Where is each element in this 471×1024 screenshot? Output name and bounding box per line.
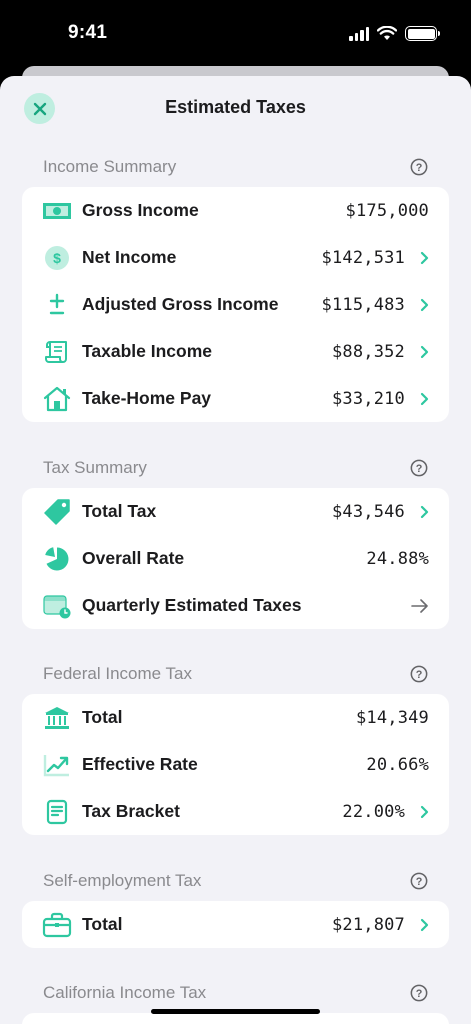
arrow-right-icon	[411, 598, 429, 613]
row-value: $43,546	[331, 501, 405, 522]
row-value: $115,483	[321, 294, 405, 315]
section-header-label: Self-employment Tax	[43, 871, 202, 890]
chevron-right-icon	[411, 505, 429, 519]
section-tax-summary: Tax Summary ? Total Tax $43,546 Overall …	[22, 453, 449, 629]
row-adjusted-gross-income[interactable]: Adjusted Gross Income $115,483	[42, 281, 429, 328]
california-income-tax-card	[22, 1013, 449, 1024]
pie-chart-icon	[42, 545, 72, 573]
plus-minus-icon	[42, 291, 72, 319]
tag-icon	[42, 498, 72, 526]
row-value: $142,531	[321, 247, 405, 268]
row-net-income[interactable]: $ Net Income $142,531	[42, 234, 429, 281]
section-self-employment-tax: Self-employment Tax ? Total $21,807	[22, 866, 449, 948]
svg-text:?: ?	[416, 876, 423, 888]
house-icon	[42, 385, 72, 413]
row-value: $88,352	[331, 341, 405, 362]
status-time: 9:41	[68, 22, 108, 43]
calendar-clock-icon	[42, 592, 72, 620]
chevron-right-icon	[411, 805, 429, 819]
bank-icon	[42, 704, 72, 732]
estimated-taxes-sheet: Estimated Taxes Income Summary ? Gross I…	[0, 76, 471, 1024]
row-value: 22.00%	[342, 801, 405, 822]
chevron-right-icon	[411, 392, 429, 406]
nav-bar: Estimated Taxes	[0, 76, 471, 140]
row-label: Effective Rate	[82, 754, 198, 774]
row-label: Net Income	[82, 247, 177, 267]
svg-text:?: ?	[416, 669, 423, 681]
tax-summary-card: Total Tax $43,546 Overall Rate 24.88% Qu…	[22, 488, 449, 629]
row-label: Tax Bracket	[82, 801, 180, 821]
svg-text:?: ?	[416, 162, 423, 174]
battery-icon	[405, 26, 440, 41]
row-label: Total	[82, 707, 123, 727]
chevron-right-icon	[411, 345, 429, 359]
row-value: $14,349	[355, 707, 429, 728]
row-value: 24.88%	[366, 548, 429, 569]
row-label: Total Tax	[82, 501, 157, 521]
wifi-icon	[377, 26, 397, 40]
section-income-summary: Income Summary ? Gross Income $175,000 $…	[22, 152, 449, 422]
svg-text:?: ?	[416, 988, 423, 1000]
section-header-label: California Income Tax	[43, 983, 207, 1002]
document-icon	[42, 798, 72, 826]
status-bar: 9:41	[0, 0, 471, 66]
help-icon[interactable]: ?	[410, 984, 428, 1002]
help-icon[interactable]: ?	[410, 459, 428, 477]
row-total-tax[interactable]: Total Tax $43,546	[42, 488, 429, 535]
row-effective-rate: Effective Rate 20.66%	[42, 741, 429, 788]
row-federal-total: Total $14,349	[42, 694, 429, 741]
svg-text:$: $	[53, 250, 61, 266]
row-label: Overall Rate	[82, 548, 185, 568]
section-header-label: Tax Summary	[43, 458, 147, 477]
svg-text:?: ?	[416, 463, 423, 475]
row-value: $21,807	[331, 914, 405, 935]
row-take-home-pay[interactable]: Take-Home Pay $33,210	[42, 375, 429, 422]
briefcase-icon	[42, 911, 72, 939]
help-icon[interactable]: ?	[410, 158, 428, 176]
section-header-label: Federal Income Tax	[43, 664, 192, 683]
income-summary-card: Gross Income $175,000 $ Net Income $142,…	[22, 187, 449, 422]
federal-income-tax-card: Total $14,349 Effective Rate 20.66% Tax …	[22, 694, 449, 835]
trend-up-icon	[42, 751, 72, 779]
row-value: $33,210	[331, 388, 405, 409]
row-label: Adjusted Gross Income	[82, 294, 279, 314]
cash-icon	[42, 197, 72, 225]
section-federal-income-tax: Federal Income Tax ? Total $14,349 Effec…	[22, 659, 449, 835]
chevron-right-icon	[411, 251, 429, 265]
row-self-employment-total[interactable]: Total $21,807	[42, 901, 429, 948]
row-taxable-income[interactable]: Taxable Income $88,352	[42, 328, 429, 375]
page-title: Estimated Taxes	[165, 97, 306, 117]
dollar-coin-icon: $	[42, 244, 72, 272]
section-california-income-tax: California Income Tax ?	[22, 978, 449, 1024]
row-value: $175,000	[345, 200, 429, 221]
row-gross-income: Gross Income $175,000	[42, 187, 429, 234]
row-quarterly-estimated-taxes[interactable]: Quarterly Estimated Taxes	[42, 582, 429, 629]
row-label: Gross Income	[82, 200, 199, 220]
help-icon[interactable]: ?	[410, 872, 428, 890]
row-label: Taxable Income	[82, 341, 213, 361]
row-value: 20.66%	[366, 754, 429, 775]
row-label: Total	[82, 914, 123, 934]
chevron-right-icon	[411, 298, 429, 312]
row-label: Take-Home Pay	[82, 388, 212, 408]
status-icons	[349, 26, 440, 41]
section-header-label: Income Summary	[43, 157, 177, 176]
cellular-signal-icon	[349, 26, 369, 41]
row-tax-bracket[interactable]: Tax Bracket 22.00%	[42, 788, 429, 835]
chevron-right-icon	[411, 918, 429, 932]
scroll-icon	[42, 338, 72, 366]
self-employment-tax-card: Total $21,807	[22, 901, 449, 948]
home-indicator[interactable]	[151, 1009, 320, 1014]
row-overall-rate: Overall Rate 24.88%	[42, 535, 429, 582]
row-label: Quarterly Estimated Taxes	[82, 595, 302, 615]
help-icon[interactable]: ?	[410, 665, 428, 683]
